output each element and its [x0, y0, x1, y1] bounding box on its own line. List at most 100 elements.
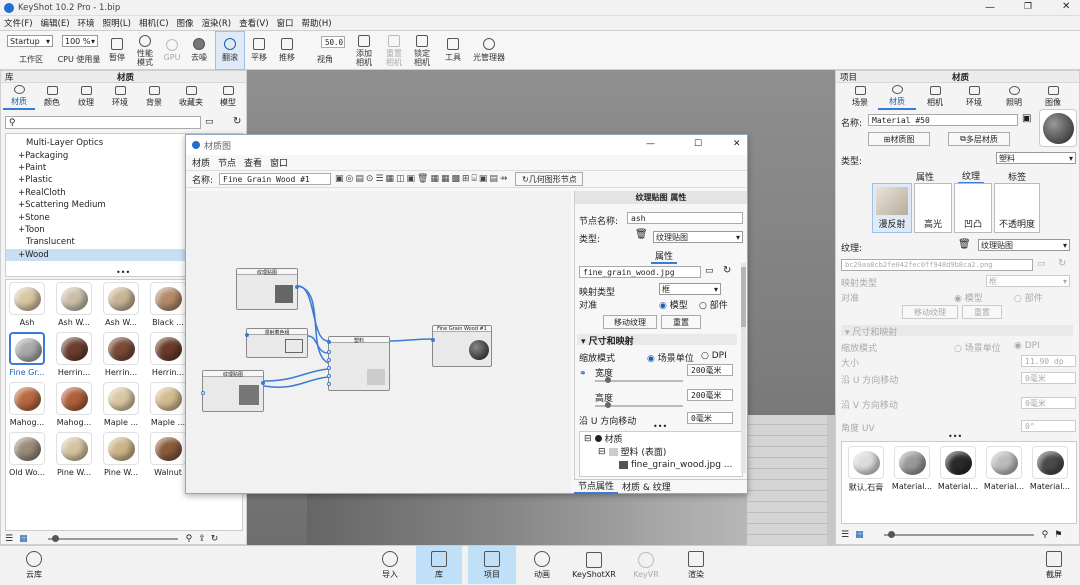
animation-button[interactable]: 动画: [522, 546, 562, 584]
material-thumb[interactable]: Pine W...: [55, 432, 93, 479]
gpu-button[interactable]: GPU: [160, 31, 184, 70]
reset-texture-button[interactable]: 重置: [962, 305, 1002, 319]
graph-minimize-button[interactable]: —: [646, 139, 655, 149]
list-view-icon[interactable]: ☰: [841, 530, 849, 540]
texture-slot-bump[interactable]: 凹凸: [954, 183, 992, 233]
material-type-select[interactable]: 塑料 ▾: [996, 152, 1076, 164]
texture-file-input[interactable]: bc29aa8cb2fe042fec0ff948d9b8ca2.png: [841, 259, 1033, 271]
size-input[interactable]: 11.90 dp: [1021, 355, 1076, 367]
screenshot-button[interactable]: 截屏: [1034, 546, 1074, 584]
tab-environment[interactable]: 环境: [954, 84, 994, 110]
tab-scene[interactable]: 场景: [842, 84, 878, 110]
texture-type-select[interactable]: 纹理贴图 ▾: [978, 239, 1070, 251]
props-scrollbar[interactable]: [741, 263, 746, 473]
size-mapping-section[interactable]: ▾ 尺寸和映射: [841, 325, 1073, 338]
folder-icon[interactable]: ▭: [205, 117, 214, 127]
close-button[interactable]: ✕: [1062, 1, 1070, 12]
tab-lighting[interactable]: 照明: [994, 84, 1034, 110]
node-canvas[interactable]: 纹理贴图 漫射着色组 纹理贴图 塑料 Fine Grain Wood #1: [186, 191, 571, 493]
node-scale-dpi-radio[interactable]: ○ DPI: [701, 351, 727, 361]
menu-view[interactable]: 查看(V): [235, 17, 272, 29]
import-button[interactable]: 导入: [370, 546, 410, 584]
node-u-shift-input[interactable]: 0毫米: [687, 412, 733, 424]
add-camera-button[interactable]: 添加 相机: [350, 31, 378, 70]
keyshotxr-button[interactable]: KeyShotXR: [568, 546, 620, 584]
tools-button[interactable]: 工具: [440, 31, 466, 70]
tumble-button[interactable]: 翻滚: [215, 31, 245, 70]
tab-material[interactable]: 材质: [878, 84, 916, 110]
graph-maximize-button[interactable]: ☐: [694, 139, 702, 149]
tab-materials[interactable]: 材质: [3, 84, 35, 110]
library-toggle-button[interactable]: 库: [416, 546, 462, 584]
mapping-type-select[interactable]: 框 ▾: [986, 275, 1070, 287]
tab-backplates[interactable]: 背景: [137, 84, 171, 110]
reset-camera-button[interactable]: 重置 相机: [380, 31, 408, 70]
library-search-input[interactable]: ⚲: [5, 116, 201, 129]
graph-name-input[interactable]: Fine Grain Wood #1: [219, 173, 332, 185]
node-align-model-radio[interactable]: ◉ 模型: [659, 298, 688, 311]
texture-slot-specular[interactable]: 高光: [914, 183, 952, 233]
node-width-slider[interactable]: [595, 377, 683, 383]
texture-folder-icon[interactable]: ▭: [1037, 259, 1046, 269]
node-height-slider[interactable]: [595, 402, 683, 408]
material-graph-button[interactable]: ⊞ 材质图: [868, 132, 930, 146]
material-thumb[interactable]: Maple ...: [149, 382, 187, 429]
graph-toolbar-icons[interactable]: ▣◎▤⊙☰▦◫▣🗑▦▦▩⊞⌸▣▤⇸: [335, 174, 509, 184]
node-texture-map-2[interactable]: 纹理贴图: [201, 370, 265, 412]
scale-scene-radio[interactable]: ○ 场景单位: [954, 341, 1001, 354]
keyvr-button[interactable]: KeyVR: [626, 546, 666, 584]
material-thumb[interactable]: Ash: [8, 282, 46, 329]
cpu-usage-button[interactable]: CPU 使用量: [56, 31, 102, 70]
tab-environments[interactable]: 环境: [103, 84, 137, 110]
node-delete-icon[interactable]: 🗑: [635, 229, 648, 240]
tree-plastic-surface[interactable]: ⊟ 塑料 (表面): [580, 445, 742, 459]
render-button[interactable]: 渲染: [676, 546, 716, 584]
material-thumb[interactable]: Mahog...: [55, 382, 93, 429]
node-reset-button[interactable]: 重置: [661, 315, 701, 329]
node-attr-tab[interactable]: 属性: [651, 249, 678, 264]
splitter-handle[interactable]: •••: [116, 268, 130, 277]
node-mapping-select[interactable]: 框 ▾: [659, 283, 721, 295]
angle-uv-input[interactable]: 0°: [1021, 420, 1076, 432]
thumbnail-size-slider[interactable]: [47, 535, 178, 542]
subtab-properties[interactable]: 属性: [916, 170, 934, 183]
node-size-section[interactable]: ▾ 尺寸和映射: [577, 334, 737, 347]
node-scale-scene-radio[interactable]: ◉ 场景单位: [647, 351, 694, 364]
zoom-icon[interactable]: ⚲: [1042, 530, 1049, 540]
maximize-button[interactable]: ❐: [1024, 2, 1032, 12]
u-shift-input[interactable]: 0毫米: [1021, 372, 1076, 384]
align-part-radio[interactable]: ○ 部件: [1014, 291, 1043, 304]
node-name-input[interactable]: ash: [627, 212, 743, 224]
project-material-thumb[interactable]: 默认,石膏: [844, 446, 888, 493]
project-splitter-handle[interactable]: •••: [948, 432, 962, 441]
subtab-textures[interactable]: 纹理: [957, 169, 984, 184]
tab-textures[interactable]: 纹理: [69, 84, 103, 110]
material-thumb[interactable]: Mahog...: [8, 382, 46, 429]
upload-icon[interactable]: ⇪: [198, 534, 206, 544]
props-splitter-handle[interactable]: •••: [653, 422, 667, 431]
node-folder-icon[interactable]: ▭: [705, 266, 714, 276]
node-move-texture-button[interactable]: 移动纹理: [603, 315, 657, 329]
texture-refresh-icon[interactable]: ↻: [1058, 258, 1066, 269]
pause-button[interactable]: 暂停: [104, 31, 130, 70]
fov-button[interactable]: 视角: [304, 31, 346, 70]
menu-window[interactable]: 窗口: [273, 17, 298, 29]
graph-menu-material[interactable]: 材质: [188, 156, 214, 169]
scale-dpi-radio[interactable]: ◉ DPI: [1014, 341, 1040, 351]
graph-close-button[interactable]: ✕: [733, 139, 741, 149]
material-thumb[interactable]: Herrin...: [149, 332, 187, 379]
workspace-button[interactable]: 工作区: [14, 31, 48, 70]
node-align-part-radio[interactable]: ○ 部件: [699, 298, 728, 311]
multi-material-button[interactable]: ⧉ 多层材质: [948, 132, 1010, 146]
menu-render[interactable]: 渲染(R): [198, 17, 236, 29]
material-thumb[interactable]: Black ...: [149, 282, 187, 329]
menu-edit[interactable]: 编辑(E): [37, 17, 74, 29]
project-material-thumb[interactable]: Material...: [936, 446, 980, 493]
tab-image[interactable]: 图像: [1034, 84, 1072, 110]
performance-mode-button[interactable]: 性能 模式: [132, 31, 158, 70]
light-manager-button[interactable]: 光管理器: [468, 31, 510, 70]
align-model-radio[interactable]: ◉ 模型: [954, 291, 983, 304]
node-file-input[interactable]: fine_grain_wood.jpg: [579, 266, 701, 278]
tab-models[interactable]: 模型: [211, 84, 245, 110]
material-thumb[interactable]: Maple ...: [102, 382, 140, 429]
